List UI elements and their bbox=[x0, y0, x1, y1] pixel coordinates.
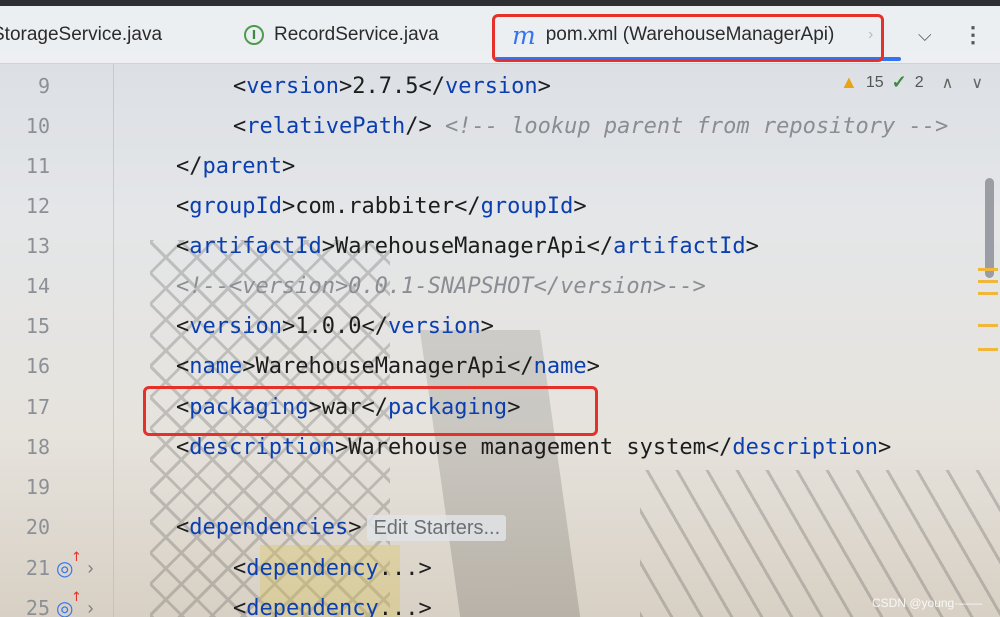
line-number: 11 bbox=[25, 154, 50, 178]
gutter-icons: ◎ ↑ › bbox=[56, 550, 93, 580]
gutter-icons: ◎ ↑ › bbox=[56, 590, 93, 617]
scroll-marker[interactable] bbox=[978, 348, 998, 351]
edit-starters-button[interactable]: Edit Starters... bbox=[367, 514, 507, 541]
code-text[interactable]: </parent> bbox=[176, 154, 295, 179]
code-line: 12 <groupId>com.rabbiter</groupId> bbox=[0, 186, 1000, 226]
code-text[interactable]: <version>1.0.0</version> bbox=[176, 314, 494, 339]
code-line: 10 <relativePath/> <!-- lookup parent fr… bbox=[0, 106, 1000, 146]
line-number: 9 bbox=[37, 74, 50, 98]
fold-chevron-icon[interactable]: › bbox=[87, 558, 93, 579]
code-line: 9 <version>2.7.5</version> bbox=[0, 66, 1000, 106]
code-text[interactable]: <groupId>com.rabbiter</groupId> bbox=[176, 194, 587, 219]
code-text[interactable]: <version>2.7.5</version> bbox=[233, 74, 551, 99]
code-line: 14 <!--<version>0.0.1-SNAPSHOT</version>… bbox=[0, 266, 1000, 306]
group-id-value: com.rabbiter bbox=[295, 193, 455, 219]
line-number: 19 bbox=[25, 475, 50, 499]
line-number: 21 bbox=[25, 556, 50, 580]
code-line: 13 <artifactId>WarehouseManagerApi</arti… bbox=[0, 226, 1000, 266]
code-line: 19 bbox=[0, 467, 1000, 507]
scroll-marker[interactable] bbox=[978, 268, 998, 271]
tab-label: RecordService.java bbox=[274, 24, 439, 45]
description-value: Warehouse management system bbox=[348, 434, 706, 460]
code-line: 21 ◎ ↑ › <dependency...> bbox=[0, 548, 1000, 588]
overrides-icon[interactable]: ◎ ↑ bbox=[56, 590, 82, 617]
scroll-marker[interactable] bbox=[978, 324, 998, 327]
line-number: 10 bbox=[25, 114, 50, 138]
code-line: 20 <dependencies> Edit Starters... bbox=[0, 507, 1000, 547]
line-number: 12 bbox=[25, 194, 50, 218]
line-number: 20 bbox=[25, 515, 50, 539]
code-text[interactable]: <description>Warehouse management system… bbox=[176, 435, 891, 460]
code-line: 11 </parent> bbox=[0, 146, 1000, 186]
interface-icon: I bbox=[244, 25, 264, 45]
code-line: 25 ◎ ↑ › <dependency...> bbox=[0, 588, 1000, 617]
line-number: 17 bbox=[25, 395, 50, 419]
code-text[interactable]: <dependency...> bbox=[233, 596, 432, 617]
line-number: 14 bbox=[25, 274, 50, 298]
scroll-marker[interactable] bbox=[978, 292, 998, 295]
code-text[interactable]: <name>WarehouseManagerApi</name> bbox=[176, 354, 600, 379]
highlight-box-packaging bbox=[143, 386, 598, 436]
code-comment[interactable]: <!--<version>0.0.1-SNAPSHOT</version>--> bbox=[176, 274, 706, 299]
line-number: 15 bbox=[25, 314, 50, 338]
code-text[interactable]: <relativePath/> <!-- lookup parent from … bbox=[233, 114, 948, 139]
line-number: 13 bbox=[25, 234, 50, 258]
line-number: 16 bbox=[25, 354, 50, 378]
code-comment: <!-- lookup parent from repository --> bbox=[444, 113, 949, 139]
highlight-box-tab bbox=[492, 14, 884, 62]
project-version-value: 1.0.0 bbox=[295, 313, 362, 339]
collapsed-ellipsis[interactable]: ... bbox=[379, 596, 419, 617]
code-line: 16 <name>WarehouseManagerApi</name> bbox=[0, 346, 1000, 386]
collapsed-ellipsis[interactable]: ... bbox=[379, 556, 419, 581]
more-options-icon[interactable]: ⋮ bbox=[962, 6, 984, 64]
fold-chevron-icon[interactable]: › bbox=[87, 598, 93, 617]
line-number: 18 bbox=[25, 435, 50, 459]
watermark: CSDN @young·—— bbox=[872, 596, 983, 610]
code-text[interactable]: <dependencies> Edit Starters... bbox=[176, 514, 507, 541]
code-line: 15 <version>1.0.0</version> bbox=[0, 306, 1000, 346]
version-value: 2.7.5 bbox=[352, 73, 419, 99]
vertical-scrollbar[interactable] bbox=[985, 178, 994, 278]
tab-record-service[interactable]: I RecordService.java bbox=[244, 6, 439, 64]
code-text[interactable]: <artifactId>WarehouseManagerApi</artifac… bbox=[176, 234, 759, 259]
line-number: 25 bbox=[25, 596, 50, 617]
scroll-marker[interactable] bbox=[978, 280, 998, 283]
tab-label: StorageService.java bbox=[0, 24, 163, 45]
tab-storage-service[interactable]: StorageService.java bbox=[0, 6, 162, 64]
code-text[interactable]: <dependency...> bbox=[233, 556, 432, 581]
name-value: WarehouseManagerApi bbox=[255, 353, 508, 379]
artifact-id-value: WarehouseManagerApi bbox=[334, 233, 587, 259]
chevron-down-icon[interactable]: ⌵ bbox=[918, 6, 932, 64]
overrides-icon[interactable]: ◎ ↑ bbox=[56, 550, 82, 580]
